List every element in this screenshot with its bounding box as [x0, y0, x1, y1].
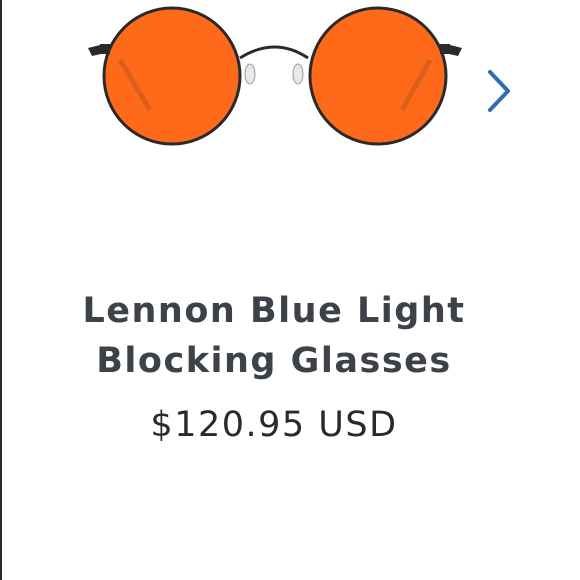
right-hinge [440, 44, 450, 54]
left-nose-pad [244, 63, 256, 85]
right-nose-pad [292, 63, 304, 85]
bridge [239, 45, 309, 60]
product-title[interactable]: Lennon Blue Light Blocking Glasses [2, 286, 546, 386]
product-title-line-1: Lennon Blue Light [82, 291, 466, 331]
product-price: $120.95 USD [150, 405, 398, 445]
right-lens [308, 6, 448, 146]
product-title-line-2: Blocking Glasses [96, 341, 452, 381]
chevron-right-icon[interactable] [480, 66, 520, 116]
product-card: Lennon Blue Light Blocking Glasses $120.… [0, 0, 580, 580]
left-hinge [100, 44, 110, 54]
left-lens [102, 6, 242, 146]
product-image-glasses[interactable] [80, 0, 470, 160]
